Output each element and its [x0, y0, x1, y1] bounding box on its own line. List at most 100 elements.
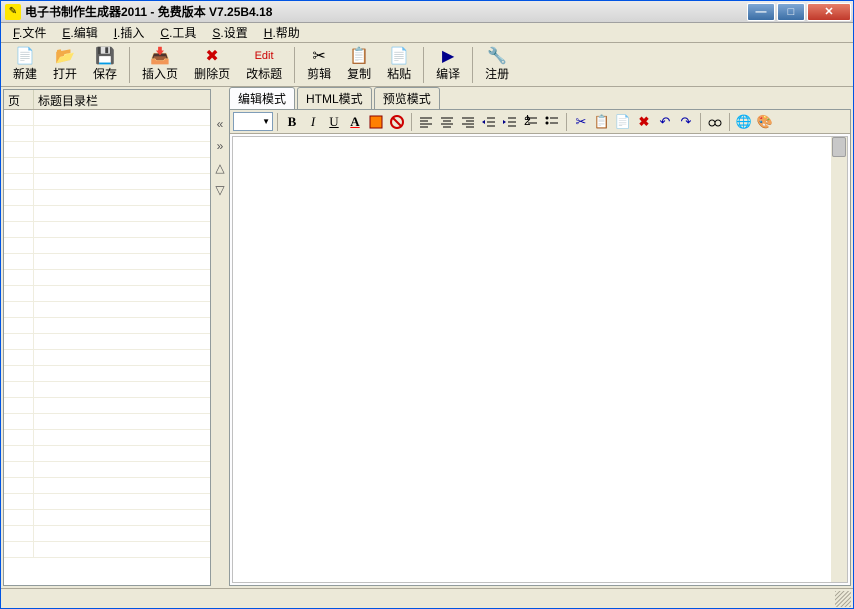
find-button[interactable] [705, 112, 725, 132]
delete-page-button[interactable]: ✖删除页 [186, 45, 238, 84]
table-row[interactable] [4, 254, 210, 270]
table-row[interactable] [4, 526, 210, 542]
table-row[interactable] [4, 110, 210, 126]
menu-settings[interactable]: S.设置 [204, 22, 255, 43]
move-up-icon[interactable]: △ [215, 161, 224, 175]
compile-button[interactable]: ▶编译 [428, 45, 468, 84]
paste-button-small[interactable]: 📄 [613, 112, 633, 132]
table-row[interactable] [4, 190, 210, 206]
menu-file[interactable]: F.文件 [5, 22, 54, 43]
insert-link-button[interactable]: 🌐 [734, 112, 754, 132]
new-button[interactable]: 📄新建 [5, 45, 45, 84]
scrollbar-thumb[interactable] [832, 137, 846, 157]
cut-icon: ✂ [310, 47, 328, 65]
cut-button[interactable]: ✂剪辑 [299, 45, 339, 84]
copy-button-small[interactable]: 📋 [592, 112, 612, 132]
format-separator [700, 113, 701, 131]
insert-image-button[interactable]: 🎨 [755, 112, 775, 132]
chevron-down-icon: ▼ [262, 117, 270, 126]
open-button[interactable]: 📂打开 [45, 45, 85, 84]
background-color-button[interactable] [366, 112, 386, 132]
table-row[interactable] [4, 286, 210, 302]
table-row[interactable] [4, 478, 210, 494]
table-row[interactable] [4, 334, 210, 350]
align-right-button[interactable] [458, 112, 478, 132]
italic-button[interactable]: I [303, 112, 323, 132]
table-row[interactable] [4, 494, 210, 510]
undo-button[interactable]: ↶ [655, 112, 675, 132]
bold-button[interactable]: B [282, 112, 302, 132]
splitter-controls: « » △ ▽ [211, 87, 229, 588]
table-row[interactable] [4, 142, 210, 158]
menu-tools[interactable]: C.工具 [152, 22, 204, 43]
edit-title-button[interactable]: Edit改标题 [238, 45, 290, 84]
save-button[interactable]: 💾保存 [85, 45, 125, 84]
table-row[interactable] [4, 398, 210, 414]
cut-button-small[interactable]: ✂ [571, 112, 591, 132]
table-row[interactable] [4, 270, 210, 286]
close-button[interactable]: ✕ [807, 3, 851, 21]
table-row[interactable] [4, 414, 210, 430]
edit-area[interactable] [232, 136, 848, 583]
minimize-button[interactable]: — [747, 3, 775, 21]
app-icon: ✎ [5, 4, 21, 20]
menu-help[interactable]: H.帮助 [256, 22, 308, 43]
expand-right-icon[interactable]: » [217, 139, 224, 153]
underline-button[interactable]: U [324, 112, 344, 132]
table-row[interactable] [4, 430, 210, 446]
table-row[interactable] [4, 238, 210, 254]
column-header-page[interactable]: 页 [4, 90, 34, 109]
align-right-icon [461, 115, 475, 129]
table-row[interactable] [4, 542, 210, 558]
collapse-left-icon[interactable]: « [217, 117, 224, 131]
editor-tabs: 编辑模式 HTML模式 预览模式 [229, 89, 851, 109]
paste-button[interactable]: 📄粘贴 [379, 45, 419, 84]
editor-inner: ▼ B I U A 12 ✂ 📋 📄 ✖ [229, 109, 851, 586]
vertical-scrollbar[interactable] [831, 137, 847, 582]
align-left-icon [419, 115, 433, 129]
outdent-button[interactable] [479, 112, 499, 132]
table-row[interactable] [4, 382, 210, 398]
table-row[interactable] [4, 462, 210, 478]
table-row[interactable] [4, 510, 210, 526]
resize-grip-icon[interactable] [835, 591, 851, 607]
unordered-list-button[interactable] [542, 112, 562, 132]
maximize-button[interactable]: □ [777, 3, 805, 21]
copy-button[interactable]: 📋复制 [339, 45, 379, 84]
menu-insert[interactable]: I.插入 [106, 22, 153, 43]
format-toolbar: ▼ B I U A 12 ✂ 📋 📄 ✖ [230, 110, 850, 134]
table-row[interactable] [4, 302, 210, 318]
table-row[interactable] [4, 206, 210, 222]
page-list-body[interactable] [4, 110, 210, 585]
redo-button[interactable]: ↷ [676, 112, 696, 132]
table-row[interactable] [4, 158, 210, 174]
indent-button[interactable] [500, 112, 520, 132]
tab-preview-mode[interactable]: 预览模式 [374, 87, 440, 109]
table-row[interactable] [4, 350, 210, 366]
binoculars-icon [708, 115, 722, 129]
table-row[interactable] [4, 222, 210, 238]
ordered-list-button[interactable]: 12 [521, 112, 541, 132]
sidebar-header: 页 标题目录栏 [4, 90, 210, 110]
clear-format-button[interactable] [387, 112, 407, 132]
table-row[interactable] [4, 366, 210, 382]
align-center-button[interactable] [437, 112, 457, 132]
move-down-icon[interactable]: ▽ [215, 183, 224, 197]
menu-edit[interactable]: E.编辑 [54, 22, 105, 43]
tab-html-mode[interactable]: HTML模式 [297, 87, 372, 109]
window-title: 电子书制作生成器2011 - 免费版本 V7.25B4.18 [25, 3, 745, 20]
table-row[interactable] [4, 126, 210, 142]
insert-page-button[interactable]: 📥插入页 [134, 45, 186, 84]
toolbar-separator [423, 47, 424, 83]
font-color-button[interactable]: A [345, 112, 365, 132]
tab-edit-mode[interactable]: 编辑模式 [229, 87, 295, 109]
page-list-sidebar: 页 标题目录栏 [3, 89, 211, 586]
table-row[interactable] [4, 446, 210, 462]
align-left-button[interactable] [416, 112, 436, 132]
table-row[interactable] [4, 318, 210, 334]
delete-button[interactable]: ✖ [634, 112, 654, 132]
register-button[interactable]: 🔧注册 [477, 45, 517, 84]
table-row[interactable] [4, 174, 210, 190]
font-select[interactable]: ▼ [233, 112, 273, 131]
column-header-title[interactable]: 标题目录栏 [34, 90, 210, 109]
